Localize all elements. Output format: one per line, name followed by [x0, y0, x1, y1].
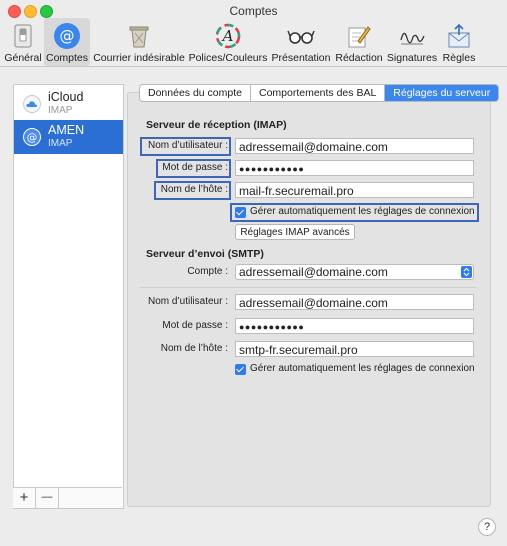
envelope-rules-icon	[444, 21, 474, 51]
toolbar-label: Rédaction	[335, 52, 383, 64]
outgoing-account-value: adressemail@domaine.com	[239, 265, 388, 279]
toolbar-label: Général	[4, 52, 42, 64]
tab-account-info[interactable]: Données du compte	[140, 85, 251, 101]
toolbar-junk-mail[interactable]: Courrier indésirable	[93, 18, 185, 66]
toolbar-composing[interactable]: Rédaction	[334, 18, 384, 66]
incoming-host-label: Nom de l’hôte :	[160, 184, 228, 195]
chevron-updown-icon	[461, 266, 472, 278]
incoming-user-label: Nom d’utilisateur :	[147, 140, 228, 151]
account-item-icloud[interactable]: iCloud IMAP	[14, 87, 123, 121]
glasses-icon	[286, 21, 316, 51]
outgoing-account-label: Compte :	[187, 266, 228, 277]
incoming-section-title: Serveur de réception (IMAP)	[146, 119, 287, 131]
outgoing-password-field[interactable]: ●●●●●●●●●●●	[235, 318, 474, 334]
incoming-auto-settings-checkbox[interactable]	[235, 207, 246, 218]
cloud-icon	[23, 95, 41, 113]
outgoing-section-title: Serveur d’envoi (SMTP)	[146, 248, 264, 260]
outgoing-account-select[interactable]: adressemail@domaine.com	[235, 264, 474, 280]
account-type: IMAP	[48, 138, 73, 149]
toolbar-accounts[interactable]: @ Comptes	[44, 18, 90, 66]
toolbar-general[interactable]: Général	[2, 18, 44, 66]
toolbar-label: Comptes	[45, 52, 88, 64]
outgoing-password-label: Mot de passe :	[162, 320, 228, 331]
outgoing-user-label: Nom d’utilisateur :	[147, 296, 228, 307]
toolbar-label: Polices/Couleurs	[188, 52, 268, 64]
accounts-list: iCloud IMAP @ AMEN IMAP	[13, 84, 124, 509]
general-switch-icon	[8, 21, 38, 51]
font-colors-icon: A	[213, 21, 243, 51]
account-item-amen[interactable]: @ AMEN IMAP	[14, 120, 123, 154]
toolbar-rules[interactable]: Règles	[440, 18, 478, 66]
toolbar-viewing[interactable]: Présentation	[270, 18, 332, 66]
accounts-list-controls: + —	[13, 487, 122, 508]
at-sign-icon: @	[23, 128, 41, 146]
toolbar-label: Courrier indésirable	[93, 52, 185, 64]
toolbar-label: Présentation	[271, 52, 331, 64]
outgoing-host-label: Nom de l’hôte :	[160, 343, 228, 354]
incoming-host-field[interactable]: mail-fr.securemail.pro	[235, 182, 474, 198]
title-bar: Comptes	[0, 0, 507, 20]
account-name: iCloud	[48, 90, 84, 104]
at-sign-icon: @	[52, 21, 82, 51]
incoming-password-label: Mot de passe :	[162, 162, 228, 173]
tab-bar: Données du compte Comportements des BAL …	[139, 84, 500, 102]
svg-text:@: @	[60, 27, 75, 45]
svg-text:A: A	[221, 27, 234, 45]
tab-mailbox-behaviors[interactable]: Comportements des BAL	[251, 85, 386, 101]
incoming-username-field[interactable]: adressemail@domaine.com	[235, 138, 474, 154]
incoming-auto-settings-label: Gérer automatiquement les réglages de co…	[250, 206, 475, 217]
toolbar-signatures[interactable]: Signatures	[386, 18, 438, 66]
trash-bin-icon	[124, 21, 154, 51]
outgoing-auto-settings-checkbox[interactable]	[235, 364, 246, 375]
outgoing-username-field[interactable]: adressemail@domaine.com	[235, 294, 474, 310]
window-title: Comptes	[229, 4, 278, 18]
signature-icon	[397, 21, 427, 51]
toolbar-fonts-colors[interactable]: A Polices/Couleurs	[188, 18, 268, 66]
account-name: AMEN	[48, 123, 85, 137]
svg-text:@: @	[27, 132, 38, 144]
tab-server-settings[interactable]: Réglages du serveur	[385, 85, 499, 101]
preferences-toolbar: Général @ Comptes Courrier indésirable A…	[0, 18, 507, 67]
add-account-button[interactable]: +	[13, 488, 36, 508]
outgoing-auto-settings-label: Gérer automatiquement les réglages de co…	[250, 363, 475, 374]
help-button[interactable]: ?	[478, 518, 496, 536]
advanced-imap-settings-button[interactable]: Réglages IMAP avancés	[235, 224, 355, 240]
incoming-password-field[interactable]: ●●●●●●●●●●●	[235, 160, 474, 176]
outgoing-host-field[interactable]: smtp-fr.securemail.pro	[235, 341, 474, 357]
toolbar-label: Règles	[442, 52, 476, 64]
remove-account-button[interactable]: —	[36, 488, 59, 508]
toolbar-label: Signatures	[386, 52, 438, 64]
section-divider	[140, 287, 476, 288]
account-type: IMAP	[48, 105, 73, 116]
pencil-paper-icon	[344, 21, 374, 51]
